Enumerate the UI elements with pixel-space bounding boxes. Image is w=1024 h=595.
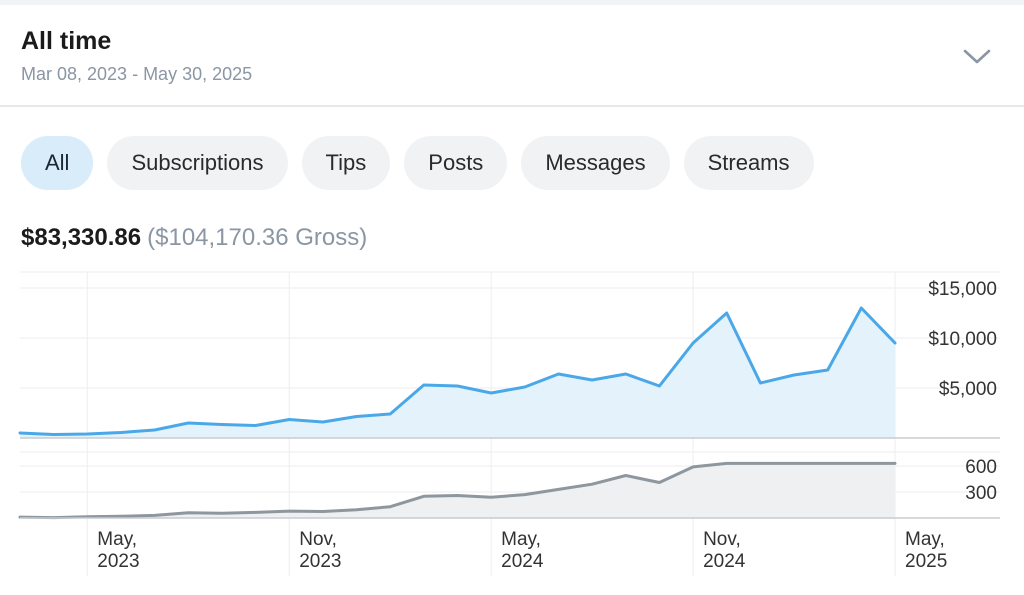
x-tick-label: 2023	[299, 551, 341, 572]
earnings-area	[20, 308, 895, 438]
filter-chip-messages[interactable]: Messages	[521, 136, 670, 190]
x-tick-label: May,	[905, 529, 945, 550]
earnings-chart: $15,000$10,000$5,000600300May,2023Nov,20…	[18, 271, 1000, 576]
chevron-down-icon[interactable]	[960, 43, 994, 69]
period-selector[interactable]: All time Mar 08, 2023 - May 30, 2025	[0, 5, 1024, 107]
x-tick-label: Nov,	[299, 529, 337, 550]
x-tick-label: 2023	[97, 551, 139, 572]
earnings-y-tick-label: $10,000	[928, 329, 997, 350]
filter-chip-subscriptions[interactable]: Subscriptions	[107, 136, 288, 190]
x-tick-label: Nov,	[703, 529, 741, 550]
period-date-range: Mar 08, 2023 - May 30, 2025	[21, 64, 253, 84]
earnings-y-tick-label: $5,000	[939, 379, 997, 400]
count-y-tick-label: 300	[965, 483, 997, 504]
x-tick-label: 2024	[703, 551, 746, 572]
filter-chip-tips[interactable]: Tips	[301, 136, 391, 190]
filter-chips: All Subscriptions Tips Posts Messages St…	[21, 136, 814, 190]
filter-chip-posts[interactable]: Posts	[404, 136, 508, 190]
earnings-y-tick-label: $15,000	[928, 279, 997, 300]
x-tick-label: 2025	[905, 551, 947, 572]
net-total: $83,330.86	[21, 224, 142, 251]
x-tick-label: 2024	[501, 551, 544, 572]
count-area	[20, 463, 895, 518]
period-title: All time	[21, 27, 112, 55]
x-tick-label: May,	[501, 529, 541, 550]
count-y-tick-label: 600	[965, 457, 997, 478]
x-tick-label: May,	[97, 529, 137, 550]
filter-chip-streams[interactable]: Streams	[683, 136, 814, 190]
gross-total: ($104,170.36 Gross)	[147, 224, 368, 251]
filter-chip-all[interactable]: All	[21, 136, 94, 190]
earnings-summary: $83,330.86 ($104,170.36 Gross)	[21, 224, 367, 252]
